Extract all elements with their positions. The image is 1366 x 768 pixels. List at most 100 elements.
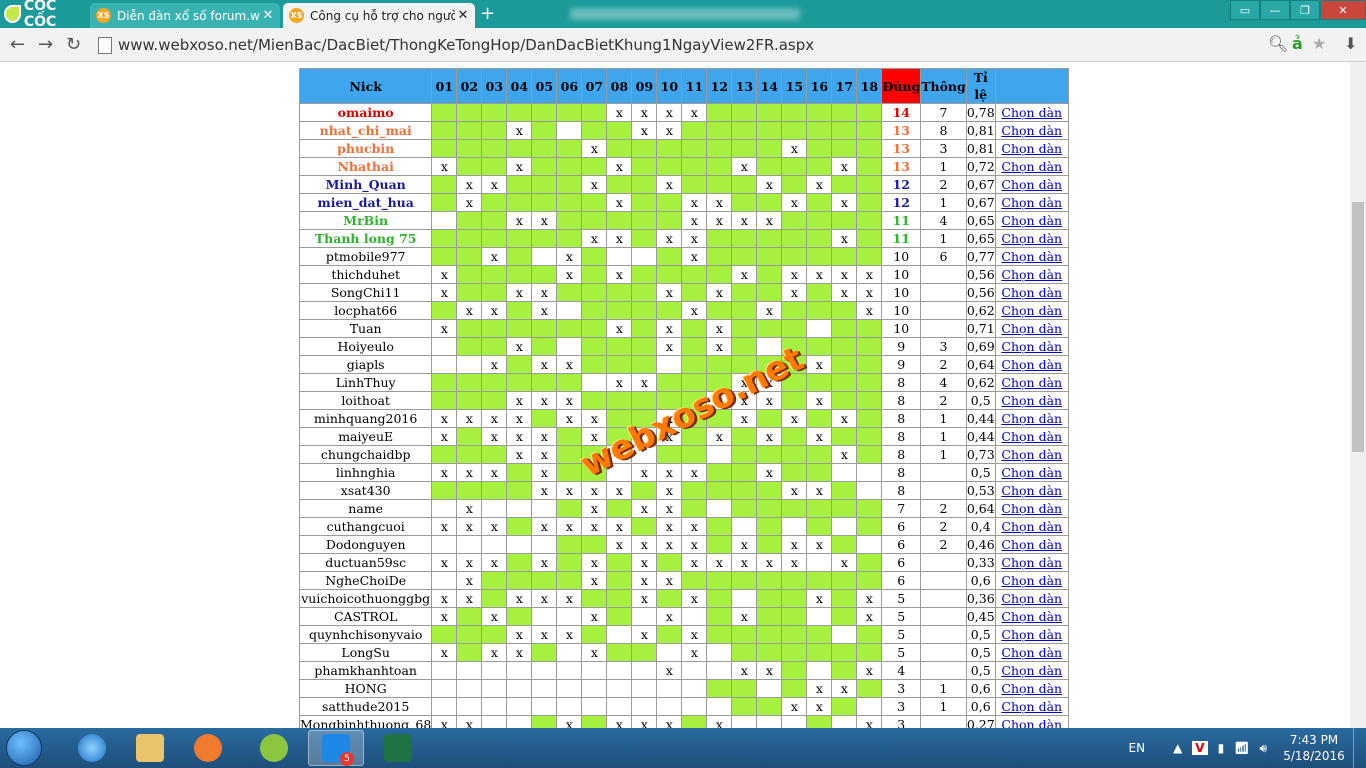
ie-taskbar-icon[interactable] — [64, 730, 120, 766]
signal-icon[interactable]: 📶︎ — [1234, 741, 1249, 755]
show-desktop-button[interactable] — [1353, 728, 1366, 768]
accent-icon[interactable]: ả — [1292, 34, 1303, 53]
user-icon[interactable]: ▭ — [1230, 0, 1260, 20]
day-cell: x — [581, 229, 608, 248]
chon-dan-link[interactable]: Chọn dàn — [1001, 393, 1062, 408]
minimize-icon[interactable]: — — [1260, 0, 1290, 20]
day-cell — [756, 643, 783, 662]
chon-dan-link[interactable]: Chọn dàn — [1001, 465, 1062, 480]
chon-dan-link[interactable]: Chọn dàn — [1001, 645, 1062, 660]
coccoc-taskbar-icon[interactable] — [246, 730, 302, 766]
chon-dan-link[interactable]: Chọn dàn — [1001, 447, 1062, 462]
day-cell: x — [456, 175, 483, 194]
tray-arrow-icon[interactable]: ▲ — [1173, 741, 1182, 755]
battery-icon[interactable]: ▮ — [1218, 741, 1225, 755]
chon-dan-link[interactable]: Chọn dàn — [1001, 141, 1062, 156]
chon-dan-link[interactable]: Chọn dàn — [1001, 699, 1062, 714]
chon-dan-link[interactable]: Chọn dàn — [1001, 123, 1062, 138]
browser-titlebar: CỐC CỐC XS Diễn đàn xổ số forum.web... ✕… — [0, 0, 1366, 30]
start-button-icon[interactable] — [6, 730, 42, 766]
excel-taskbar-icon[interactable] — [370, 730, 426, 766]
thong-cell: 2 — [920, 517, 967, 536]
day-cell: x — [706, 427, 733, 446]
chon-dan-link[interactable]: Chọn dàn — [1001, 303, 1062, 318]
back-icon[interactable]: ← — [10, 34, 25, 55]
day-cell — [756, 535, 783, 554]
header-day-06: 06 — [556, 68, 583, 104]
close-tab-icon[interactable]: ✕ — [455, 8, 471, 23]
chon-dan-link[interactable]: Chọn dàn — [1001, 411, 1062, 426]
day-cell: x — [606, 715, 633, 728]
chon-dan-link[interactable]: Chọn dàn — [1001, 375, 1062, 390]
explorer-taskbar-icon[interactable] — [122, 730, 178, 766]
chon-dan-link[interactable]: Chọn dàn — [1001, 213, 1062, 228]
close-window-icon[interactable]: ✕ — [1320, 0, 1366, 20]
day-cell: x — [731, 265, 758, 284]
download-icon[interactable]: ⬇ — [1344, 34, 1357, 53]
chon-dan-link[interactable]: Chọn dàn — [1001, 717, 1062, 728]
day-cell — [456, 445, 483, 464]
chon-dan-link[interactable]: Chọn dàn — [1001, 681, 1062, 696]
dung-cell: 12 — [881, 175, 922, 194]
chon-dan-link[interactable]: Chọn dàn — [1001, 429, 1062, 444]
tab-active-tool[interactable]: XS Công cụ hỗ trợ cho người... ✕ — [283, 3, 475, 28]
chon-dan-link[interactable]: Chọn dàn — [1001, 663, 1062, 678]
chon-dan-link[interactable]: Chọn dàn — [1001, 339, 1062, 354]
day-cell: x — [531, 553, 558, 572]
scrollbar-thumb[interactable] — [1352, 202, 1364, 452]
vietkey-icon[interactable]: V — [1192, 741, 1208, 755]
day-cell — [631, 355, 658, 374]
thong-cell — [920, 643, 967, 662]
clock[interactable]: 7:43 PM 5/18/2016 — [1275, 732, 1353, 764]
chon-dan-link[interactable]: Chọn dàn — [1001, 483, 1062, 498]
zalo-taskbar-icon[interactable]: 5 — [308, 730, 364, 766]
chon-dan-link[interactable]: Chọn dàn — [1001, 249, 1062, 264]
chon-dan-link[interactable]: Chọn dàn — [1001, 537, 1062, 552]
chon-dan-link[interactable]: Chọn dàn — [1001, 519, 1062, 534]
address-bar[interactable]: www.webxoso.net/MienBac/DacBiet/ThongKeT… — [98, 33, 1298, 57]
day-cell — [631, 157, 658, 176]
day-cell: x — [831, 265, 858, 284]
vertical-scrollbar[interactable] — [1350, 62, 1366, 728]
language-indicator[interactable]: EN — [1129, 741, 1146, 755]
chon-dan-link[interactable]: Chọn dàn — [1001, 321, 1062, 336]
volume-icon[interactable]: 🔊︎ — [1259, 741, 1267, 756]
chon-dan-link[interactable]: Chọn dàn — [1001, 195, 1062, 210]
restore-icon[interactable]: ❐ — [1290, 0, 1320, 20]
new-tab-icon[interactable]: + — [480, 3, 495, 24]
day-cell — [631, 697, 658, 716]
close-tab-icon[interactable]: ✕ — [260, 8, 276, 23]
dung-cell: 14 — [881, 103, 922, 122]
bookmark-star-icon[interactable]: ★ — [1312, 34, 1326, 53]
chon-dan-link[interactable]: Chọn dàn — [1001, 285, 1062, 300]
chon-dan-link[interactable]: Chọn dàn — [1001, 573, 1062, 588]
chon-dan-link[interactable]: Chọn dàn — [1001, 591, 1062, 606]
chon-dan-link[interactable]: Chọn dàn — [1001, 357, 1062, 372]
reload-icon[interactable]: ↻ — [66, 34, 81, 55]
chon-dan-link[interactable]: Chọn dàn — [1001, 105, 1062, 120]
tab-forum[interactable]: XS Diễn đàn xổ số forum.web... ✕ — [90, 3, 280, 28]
chon-dan-link[interactable]: Chọn dàn — [1001, 177, 1062, 192]
day-cell — [706, 121, 733, 140]
day-cell — [456, 139, 483, 158]
day-cell — [831, 247, 858, 266]
day-cell — [506, 481, 533, 500]
day-cell — [656, 265, 683, 284]
coccoc-logo[interactable]: CỐC CỐC — [0, 0, 88, 30]
window-controls: ▭ — ❐ ✕ — [1230, 0, 1366, 20]
chon-dan-link[interactable]: Chọn dàn — [1001, 501, 1062, 516]
day-cell — [806, 499, 833, 518]
chon-dan-link[interactable]: Chọn dàn — [1001, 267, 1062, 282]
day-cell: x — [681, 301, 708, 320]
chon-dan-link[interactable]: Chọn dàn — [1001, 555, 1062, 570]
media-player-taskbar-icon[interactable] — [180, 730, 236, 766]
tile-cell: 0,36 — [965, 589, 996, 608]
chon-dan-link[interactable]: Chọn dàn — [1001, 159, 1062, 174]
day-cell — [506, 373, 533, 392]
day-cell — [581, 715, 608, 728]
chon-dan-link[interactable]: Chọn dàn — [1001, 609, 1062, 624]
chon-dan-link[interactable]: Chọn dàn — [1001, 627, 1062, 642]
chon-dan-link[interactable]: Chọn dàn — [1001, 231, 1062, 246]
zoom-icon[interactable]: 🔍︎ — [1268, 34, 1288, 53]
forward-icon[interactable]: → — [38, 34, 53, 55]
